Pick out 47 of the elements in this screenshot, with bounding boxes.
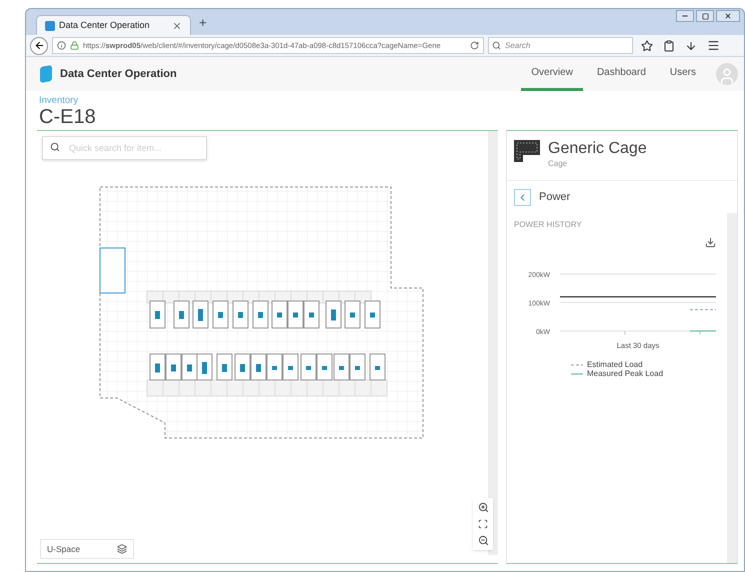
back-button[interactable] (30, 36, 48, 54)
search-icon (492, 41, 501, 50)
nav-tab[interactable]: Overview (521, 57, 583, 91)
layer-selector[interactable]: U-Space (40, 539, 134, 559)
item-title: Generic Cage (548, 140, 647, 158)
bookmark-star-icon[interactable] (641, 40, 653, 52)
reload-icon[interactable] (470, 41, 479, 50)
download-arrow-icon[interactable] (685, 40, 697, 52)
download-icon[interactable] (705, 237, 716, 248)
maximize-icon (702, 12, 708, 20)
series-line (690, 330, 716, 332)
lock-icon (70, 41, 79, 50)
new-tab-button[interactable]: + (199, 12, 207, 32)
minimize-button[interactable] (676, 10, 694, 22)
tab-title: Data Center Operation (59, 18, 151, 32)
chart-heading: POWER HISTORY (514, 219, 582, 231)
zoom-in-icon[interactable] (478, 502, 488, 513)
cage-icon (514, 140, 540, 162)
app-title: Data Center Operation (60, 66, 177, 82)
menu-icon[interactable] (707, 39, 720, 52)
legend-swatch-icon (570, 372, 583, 376)
section-title: Power (539, 190, 570, 205)
zoom-out-icon[interactable] (478, 535, 488, 546)
scrollbar[interactable] (488, 131, 498, 555)
page-title: C-E18 (39, 106, 97, 128)
scrollbar[interactable] (727, 213, 737, 563)
item-type: Cage (548, 158, 568, 170)
info-icon (57, 41, 66, 50)
fit-screen-icon[interactable] (478, 519, 488, 529)
search-field[interactable]: Search (488, 37, 633, 54)
app-logo-icon (40, 64, 52, 84)
arrow-left-icon (34, 40, 44, 51)
search-icon (50, 142, 60, 152)
nav-tab[interactable]: Users (660, 57, 706, 91)
legend-label: Estimated Load (586, 360, 643, 369)
nav-tab[interactable]: Dashboard (586, 57, 656, 91)
series-line (690, 309, 716, 310)
clipboard-icon[interactable] (663, 40, 675, 52)
legend-swatch-icon (570, 362, 583, 366)
close-window-button[interactable] (716, 10, 740, 22)
legend-label: Measured Peak Load (586, 369, 664, 378)
favicon-icon (45, 20, 55, 30)
close-icon (724, 12, 732, 20)
browser-tab[interactable]: Data Center Operation (36, 15, 191, 35)
layers-icon (117, 544, 127, 554)
close-icon[interactable] (172, 20, 182, 30)
maximize-button[interactable] (696, 10, 714, 22)
